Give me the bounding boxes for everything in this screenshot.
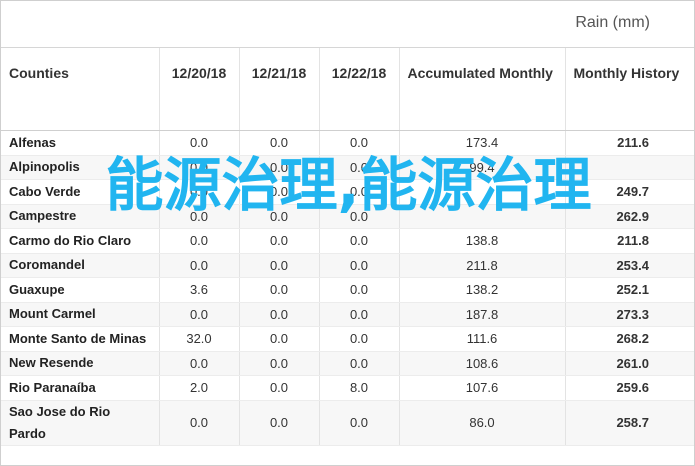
table-row: Alfenas 0.0 0.0 0.0 173.4 211.6 bbox=[1, 130, 694, 156]
table-cell-date-3: 0.0 bbox=[319, 326, 400, 352]
table-cell-accumulated: 107.6 bbox=[399, 375, 566, 401]
table-row: Alpinopolis 0.0 0.0 0.0 99.4 bbox=[1, 155, 694, 180]
table-cell-history: 253.4 bbox=[565, 253, 694, 278]
table-cell-history: 211.6 bbox=[565, 130, 694, 156]
table-cell-date-2: 0.0 bbox=[239, 400, 320, 446]
table-cell-date-2: 0.0 bbox=[239, 228, 320, 254]
table-row: Monte Santo de Minas 32.0 0.0 0.0 111.6 268.2 bbox=[1, 326, 694, 352]
table-cell-date-1: 0.0 bbox=[159, 228, 240, 254]
table-cell-county: Guaxupe bbox=[1, 277, 160, 303]
table-row: Campestre 0.0 0.0 0.0 262.9 bbox=[1, 204, 694, 229]
table-cell-date-3: 0.0 bbox=[319, 204, 400, 229]
table-cell-history bbox=[565, 155, 694, 180]
table-cell-date-3: 0.0 bbox=[319, 155, 400, 180]
table-cell-date-1: 3.6 bbox=[159, 277, 240, 303]
table-cell-accumulated: 99.4 bbox=[399, 155, 566, 180]
header-counties[interactable]: Counties bbox=[1, 48, 160, 131]
table-cell-date-3: 0.0 bbox=[319, 302, 400, 327]
header-monthly-history[interactable]: Monthly History bbox=[565, 48, 694, 131]
title-bar: Rain (mm) bbox=[1, 1, 694, 48]
table-cell-accumulated bbox=[399, 204, 566, 229]
table-cell-date-1: 0.0 bbox=[159, 302, 240, 327]
table-cell-accumulated: 111.6 bbox=[399, 326, 566, 352]
table-cell-date-2: 0.0 bbox=[239, 179, 320, 205]
rain-table-widget: Rain (mm) Counties 12/20/18 12/21/18 12/… bbox=[0, 0, 695, 466]
table-cell-date-2: 0.0 bbox=[239, 253, 320, 278]
table-cell-county: Carmo do Rio Claro bbox=[1, 228, 160, 254]
table-row: Carmo do Rio Claro 0.0 0.0 0.0 138.8 211.8 bbox=[1, 228, 694, 254]
table-cell-date-2: 0.0 bbox=[239, 277, 320, 303]
table-cell-county: New Resende bbox=[1, 351, 160, 376]
table-cell-county: Rio Paranaíba bbox=[1, 375, 160, 401]
table-row: Rio Paranaíba 2.0 0.0 8.0 107.6 259.6 bbox=[1, 375, 694, 401]
table-cell-accumulated: 211.8 bbox=[399, 253, 566, 278]
table-row: New Resende 0.0 0.0 0.0 108.6 261.0 bbox=[1, 351, 694, 376]
table-cell-accumulated: 138.8 bbox=[399, 228, 566, 254]
table-cell-county: Campestre bbox=[1, 204, 160, 229]
table-cell-date-3: 0.0 bbox=[319, 228, 400, 254]
table-cell-county: Alpinopolis bbox=[1, 155, 160, 180]
header-row: Counties 12/20/18 12/21/18 12/22/18 Accu… bbox=[1, 48, 694, 131]
table-cell-history: 261.0 bbox=[565, 351, 694, 376]
table-cell-history: 249.7 bbox=[565, 179, 694, 205]
rain-table: Counties 12/20/18 12/21/18 12/22/18 Accu… bbox=[1, 48, 694, 446]
table-cell-date-3: 0.0 bbox=[319, 400, 400, 446]
table-cell-date-1: 32.0 bbox=[159, 326, 240, 352]
table-cell-history: 262.9 bbox=[565, 204, 694, 229]
table-cell-history: 273.3 bbox=[565, 302, 694, 327]
table-cell-county: Mount Carmel bbox=[1, 302, 160, 327]
table-cell-county: Monte Santo de Minas bbox=[1, 326, 160, 352]
table-cell-accumulated: 108.6 bbox=[399, 351, 566, 376]
table-row: Guaxupe 3.6 0.0 0.0 138.2 252.1 bbox=[1, 277, 694, 303]
table-row: Cabo Verde 0.0 0.0 0.0 249.7 bbox=[1, 179, 694, 205]
table-cell-date-1: 0.0 bbox=[159, 179, 240, 205]
table-cell-date-3: 0.0 bbox=[319, 351, 400, 376]
table-cell-date-3: 0.0 bbox=[319, 277, 400, 303]
header-date-2[interactable]: 12/21/18 bbox=[239, 48, 320, 131]
table-cell-accumulated: 86.0 bbox=[399, 400, 566, 446]
table-cell-date-1: 0.0 bbox=[159, 351, 240, 376]
table-cell-date-2: 0.0 bbox=[239, 326, 320, 352]
table-cell-date-3: 0.0 bbox=[319, 130, 400, 156]
table-cell-history: 258.7 bbox=[565, 400, 694, 446]
widget-title: Rain (mm) bbox=[575, 14, 650, 31]
header-accumulated-monthly[interactable]: Accumulated Monthly bbox=[399, 48, 566, 131]
header-date-1[interactable]: 12/20/18 bbox=[159, 48, 240, 131]
table-cell-date-1: 0.0 bbox=[159, 204, 240, 229]
table-cell-accumulated: 187.8 bbox=[399, 302, 566, 327]
table-cell-date-2: 0.0 bbox=[239, 302, 320, 327]
table-cell-county: Coromandel bbox=[1, 253, 160, 278]
table-cell-accumulated bbox=[399, 179, 566, 205]
table-cell-date-1: 0.0 bbox=[159, 253, 240, 278]
table-cell-date-1: 2.0 bbox=[159, 375, 240, 401]
table-cell-date-3: 0.0 bbox=[319, 253, 400, 278]
table-row: Coromandel 0.0 0.0 0.0 211.8 253.4 bbox=[1, 253, 694, 278]
table-cell-history: 211.8 bbox=[565, 228, 694, 254]
table-cell-date-2: 0.0 bbox=[239, 155, 320, 180]
table-cell-date-2: 0.0 bbox=[239, 351, 320, 376]
table-cell-accumulated: 138.2 bbox=[399, 277, 566, 303]
table-cell-county: Cabo Verde bbox=[1, 179, 160, 205]
table-cell-date-2: 0.0 bbox=[239, 204, 320, 229]
table-cell-date-2: 0.0 bbox=[239, 375, 320, 401]
table-cell-history: 259.6 bbox=[565, 375, 694, 401]
table-body: Alfenas 0.0 0.0 0.0 173.4 211.6 Alpinopolis 0.0… bbox=[1, 130, 694, 446]
header-date-3[interactable]: 12/22/18 bbox=[319, 48, 400, 131]
table-cell-date-1: 0.0 bbox=[159, 130, 240, 156]
table-cell-date-3: 0.0 bbox=[319, 179, 400, 205]
table-cell-date-1: 0.0 bbox=[159, 155, 240, 180]
table-cell-county: Alfenas bbox=[1, 130, 160, 156]
table-cell-county: Sao Jose do Rio Pardo bbox=[1, 400, 160, 446]
table-cell-date-3: 8.0 bbox=[319, 375, 400, 401]
table-cell-history: 268.2 bbox=[565, 326, 694, 352]
table-row: Mount Carmel 0.0 0.0 0.0 187.8 273.3 bbox=[1, 302, 694, 327]
table-cell-date-1: 0.0 bbox=[159, 400, 240, 446]
table-cell-date-2: 0.0 bbox=[239, 130, 320, 156]
table-cell-history: 252.1 bbox=[565, 277, 694, 303]
table-row: Sao Jose do Rio Pardo 0.0 0.0 0.0 86.0 258.7 bbox=[1, 400, 694, 446]
table-cell-accumulated: 173.4 bbox=[399, 130, 566, 156]
